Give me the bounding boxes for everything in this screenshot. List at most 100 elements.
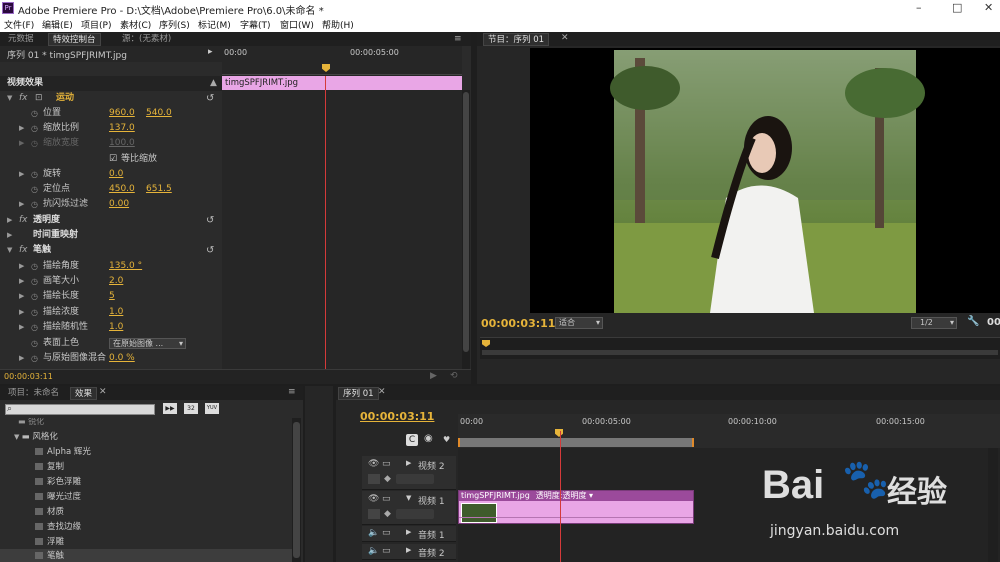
- stroke-angle-value[interactable]: 135.0 °: [109, 259, 142, 274]
- playhead-icon[interactable]: [555, 429, 563, 437]
- 32bit-effects-button[interactable]: 32: [184, 403, 198, 414]
- stopwatch-icon[interactable]: ◷: [31, 197, 38, 212]
- menu-marker[interactable]: 标记(M): [198, 18, 231, 31]
- position-y[interactable]: 540.0: [146, 106, 172, 121]
- brush-size-value[interactable]: 2.0: [109, 274, 123, 289]
- opacity-row[interactable]: ▶ fx 透明度 ↺: [0, 213, 222, 228]
- stroke-random-value[interactable]: 1.0: [109, 320, 123, 335]
- video-frame[interactable]: [530, 48, 1000, 313]
- tab-effect-controls[interactable]: 特效控制台: [48, 33, 101, 46]
- anchor-y[interactable]: 651.5: [146, 182, 172, 197]
- accelerated-effects-button[interactable]: ▶▶: [163, 403, 177, 414]
- list-item[interactable]: 浮雕: [35, 535, 64, 547]
- minimize-button[interactable]: –: [916, 1, 922, 14]
- effects-scroll-thumb[interactable]: [293, 422, 300, 558]
- checkbox-checked-icon[interactable]: ☑: [109, 152, 117, 167]
- time-remap-row[interactable]: ▶ 时间重映射: [0, 228, 222, 243]
- expand-arrow-icon[interactable]: ▶: [19, 259, 24, 274]
- maximize-button[interactable]: □: [952, 1, 962, 14]
- panel-menu-icon[interactable]: ≡: [288, 387, 296, 397]
- motion-row[interactable]: ▼ fx ⊡ 运动 ↺: [0, 91, 222, 106]
- linked-selection-icon[interactable]: ◉: [424, 433, 433, 444]
- speaker-icon[interactable]: 🔈: [368, 546, 379, 556]
- collapse-arrow-icon[interactable]: ▲: [210, 76, 217, 91]
- position-x[interactable]: 960.0: [109, 106, 135, 121]
- program-scrubber[interactable]: [480, 337, 1000, 359]
- timeline-clip[interactable]: timgSPFJRIMT.jpg 透明度:透明度 ▾: [458, 490, 694, 524]
- search-input[interactable]: ⌕: [5, 404, 155, 415]
- play-audio-icon[interactable]: ▶: [430, 371, 437, 381]
- fx-icon[interactable]: fx: [19, 243, 28, 258]
- fx-icon[interactable]: fx: [19, 213, 28, 228]
- list-item[interactable]: Alpha 辉光: [35, 445, 91, 457]
- menu-project[interactable]: 项目(P): [81, 18, 111, 31]
- menu-window[interactable]: 窗口(W): [280, 18, 314, 31]
- ec-timecode[interactable]: 00:00:03:11: [4, 372, 53, 381]
- yuv-effects-button[interactable]: YUV: [205, 403, 219, 414]
- flicker-value[interactable]: 0.00: [109, 197, 129, 212]
- expand-arrow-icon[interactable]: ▼: [7, 91, 12, 106]
- tab-metadata[interactable]: 元数据: [4, 33, 38, 46]
- folder-sharpen[interactable]: ▬ 锐化: [18, 418, 44, 427]
- expand-arrow-icon[interactable]: ▶: [406, 459, 411, 467]
- stopwatch-icon[interactable]: ◷: [31, 289, 38, 304]
- playhead-icon[interactable]: [322, 64, 330, 72]
- expand-arrow-icon[interactable]: ▶: [406, 528, 411, 536]
- stopwatch-icon[interactable]: ◷: [31, 259, 38, 274]
- list-item[interactable]: 曝光过度: [35, 490, 81, 502]
- folder-stylize[interactable]: ▼ ▬ 风格化: [14, 430, 58, 442]
- tab-effects[interactable]: 效果: [70, 387, 98, 400]
- display-style-icon[interactable]: [368, 474, 380, 484]
- effects-scrollbar[interactable]: [292, 418, 301, 562]
- panel-menu-icon[interactable]: ≡: [454, 34, 462, 44]
- expand-arrow-icon[interactable]: ▸: [208, 47, 213, 57]
- rotation-value[interactable]: 0.0: [109, 167, 123, 182]
- expand-arrow-icon[interactable]: ▶: [19, 305, 24, 320]
- list-item[interactable]: 彩色浮雕: [35, 475, 81, 487]
- menu-sequence[interactable]: 序列(S): [159, 18, 190, 31]
- paint-surface-select[interactable]: 在原始图像 ... ▾: [109, 338, 186, 349]
- expand-arrow-icon[interactable]: ▶: [19, 351, 24, 366]
- expand-arrow-icon[interactable]: ▶: [19, 320, 24, 335]
- snap-icon[interactable]: C: [406, 434, 418, 446]
- expand-arrow-icon[interactable]: ▶: [19, 121, 24, 136]
- stopwatch-icon[interactable]: ◷: [31, 274, 38, 289]
- stroke-density-value[interactable]: 1.0: [109, 305, 123, 320]
- work-area-bar[interactable]: [458, 438, 694, 447]
- add-marker-icon[interactable]: ♥: [443, 435, 450, 444]
- stopwatch-icon[interactable]: ◷: [31, 305, 38, 320]
- reset-icon[interactable]: ↺: [206, 91, 214, 106]
- lock-icon[interactable]: ▭: [382, 528, 391, 538]
- speaker-icon[interactable]: 🔈: [368, 528, 379, 538]
- blend-value[interactable]: 0.0 %: [109, 351, 135, 366]
- menu-edit[interactable]: 编辑(E): [42, 18, 73, 31]
- keyframe-nav[interactable]: [396, 509, 434, 519]
- clip-fx-label[interactable]: 透明度:透明度 ▾: [536, 491, 593, 500]
- fx-icon[interactable]: fx: [19, 91, 28, 106]
- eye-icon[interactable]: 👁: [368, 459, 379, 469]
- reset-icon[interactable]: ↺: [206, 243, 214, 258]
- ec-scrollbar[interactable]: [462, 90, 470, 370]
- expand-arrow-icon[interactable]: ▶: [19, 274, 24, 289]
- keyframe-icon[interactable]: ◆: [384, 509, 391, 519]
- lock-icon[interactable]: ▭: [382, 546, 391, 556]
- keyframe-icon[interactable]: ◆: [384, 474, 391, 484]
- menu-file[interactable]: 文件(F): [4, 18, 34, 31]
- stopwatch-icon[interactable]: ◷: [31, 167, 38, 182]
- menu-title[interactable]: 字幕(T): [240, 18, 271, 31]
- expand-arrow-icon[interactable]: ▶: [19, 167, 24, 182]
- tab-program[interactable]: 节目：序列 01: [483, 33, 550, 46]
- expand-arrow-icon[interactable]: ▶: [7, 213, 12, 228]
- expand-arrow-icon[interactable]: ▶: [7, 228, 12, 243]
- timeline-timecode[interactable]: 00:00:03:11: [360, 410, 434, 423]
- close-icon[interactable]: ✕: [561, 33, 569, 43]
- scale-value[interactable]: 137.0: [109, 121, 135, 136]
- stopwatch-icon[interactable]: ◷: [31, 336, 38, 351]
- expand-arrow-icon[interactable]: ▼: [7, 243, 12, 258]
- list-item[interactable]: 查找边缘: [35, 520, 81, 532]
- eye-icon[interactable]: 👁: [368, 494, 379, 504]
- expand-arrow-icon[interactable]: ▶: [19, 289, 24, 304]
- loop-icon[interactable]: ⟲: [450, 371, 458, 381]
- timeline-ruler[interactable]: 00:00 00:00:05:00 00:00:10:00 00:00:15:0…: [458, 414, 1000, 448]
- tab-sequence[interactable]: 序列 01: [338, 387, 379, 400]
